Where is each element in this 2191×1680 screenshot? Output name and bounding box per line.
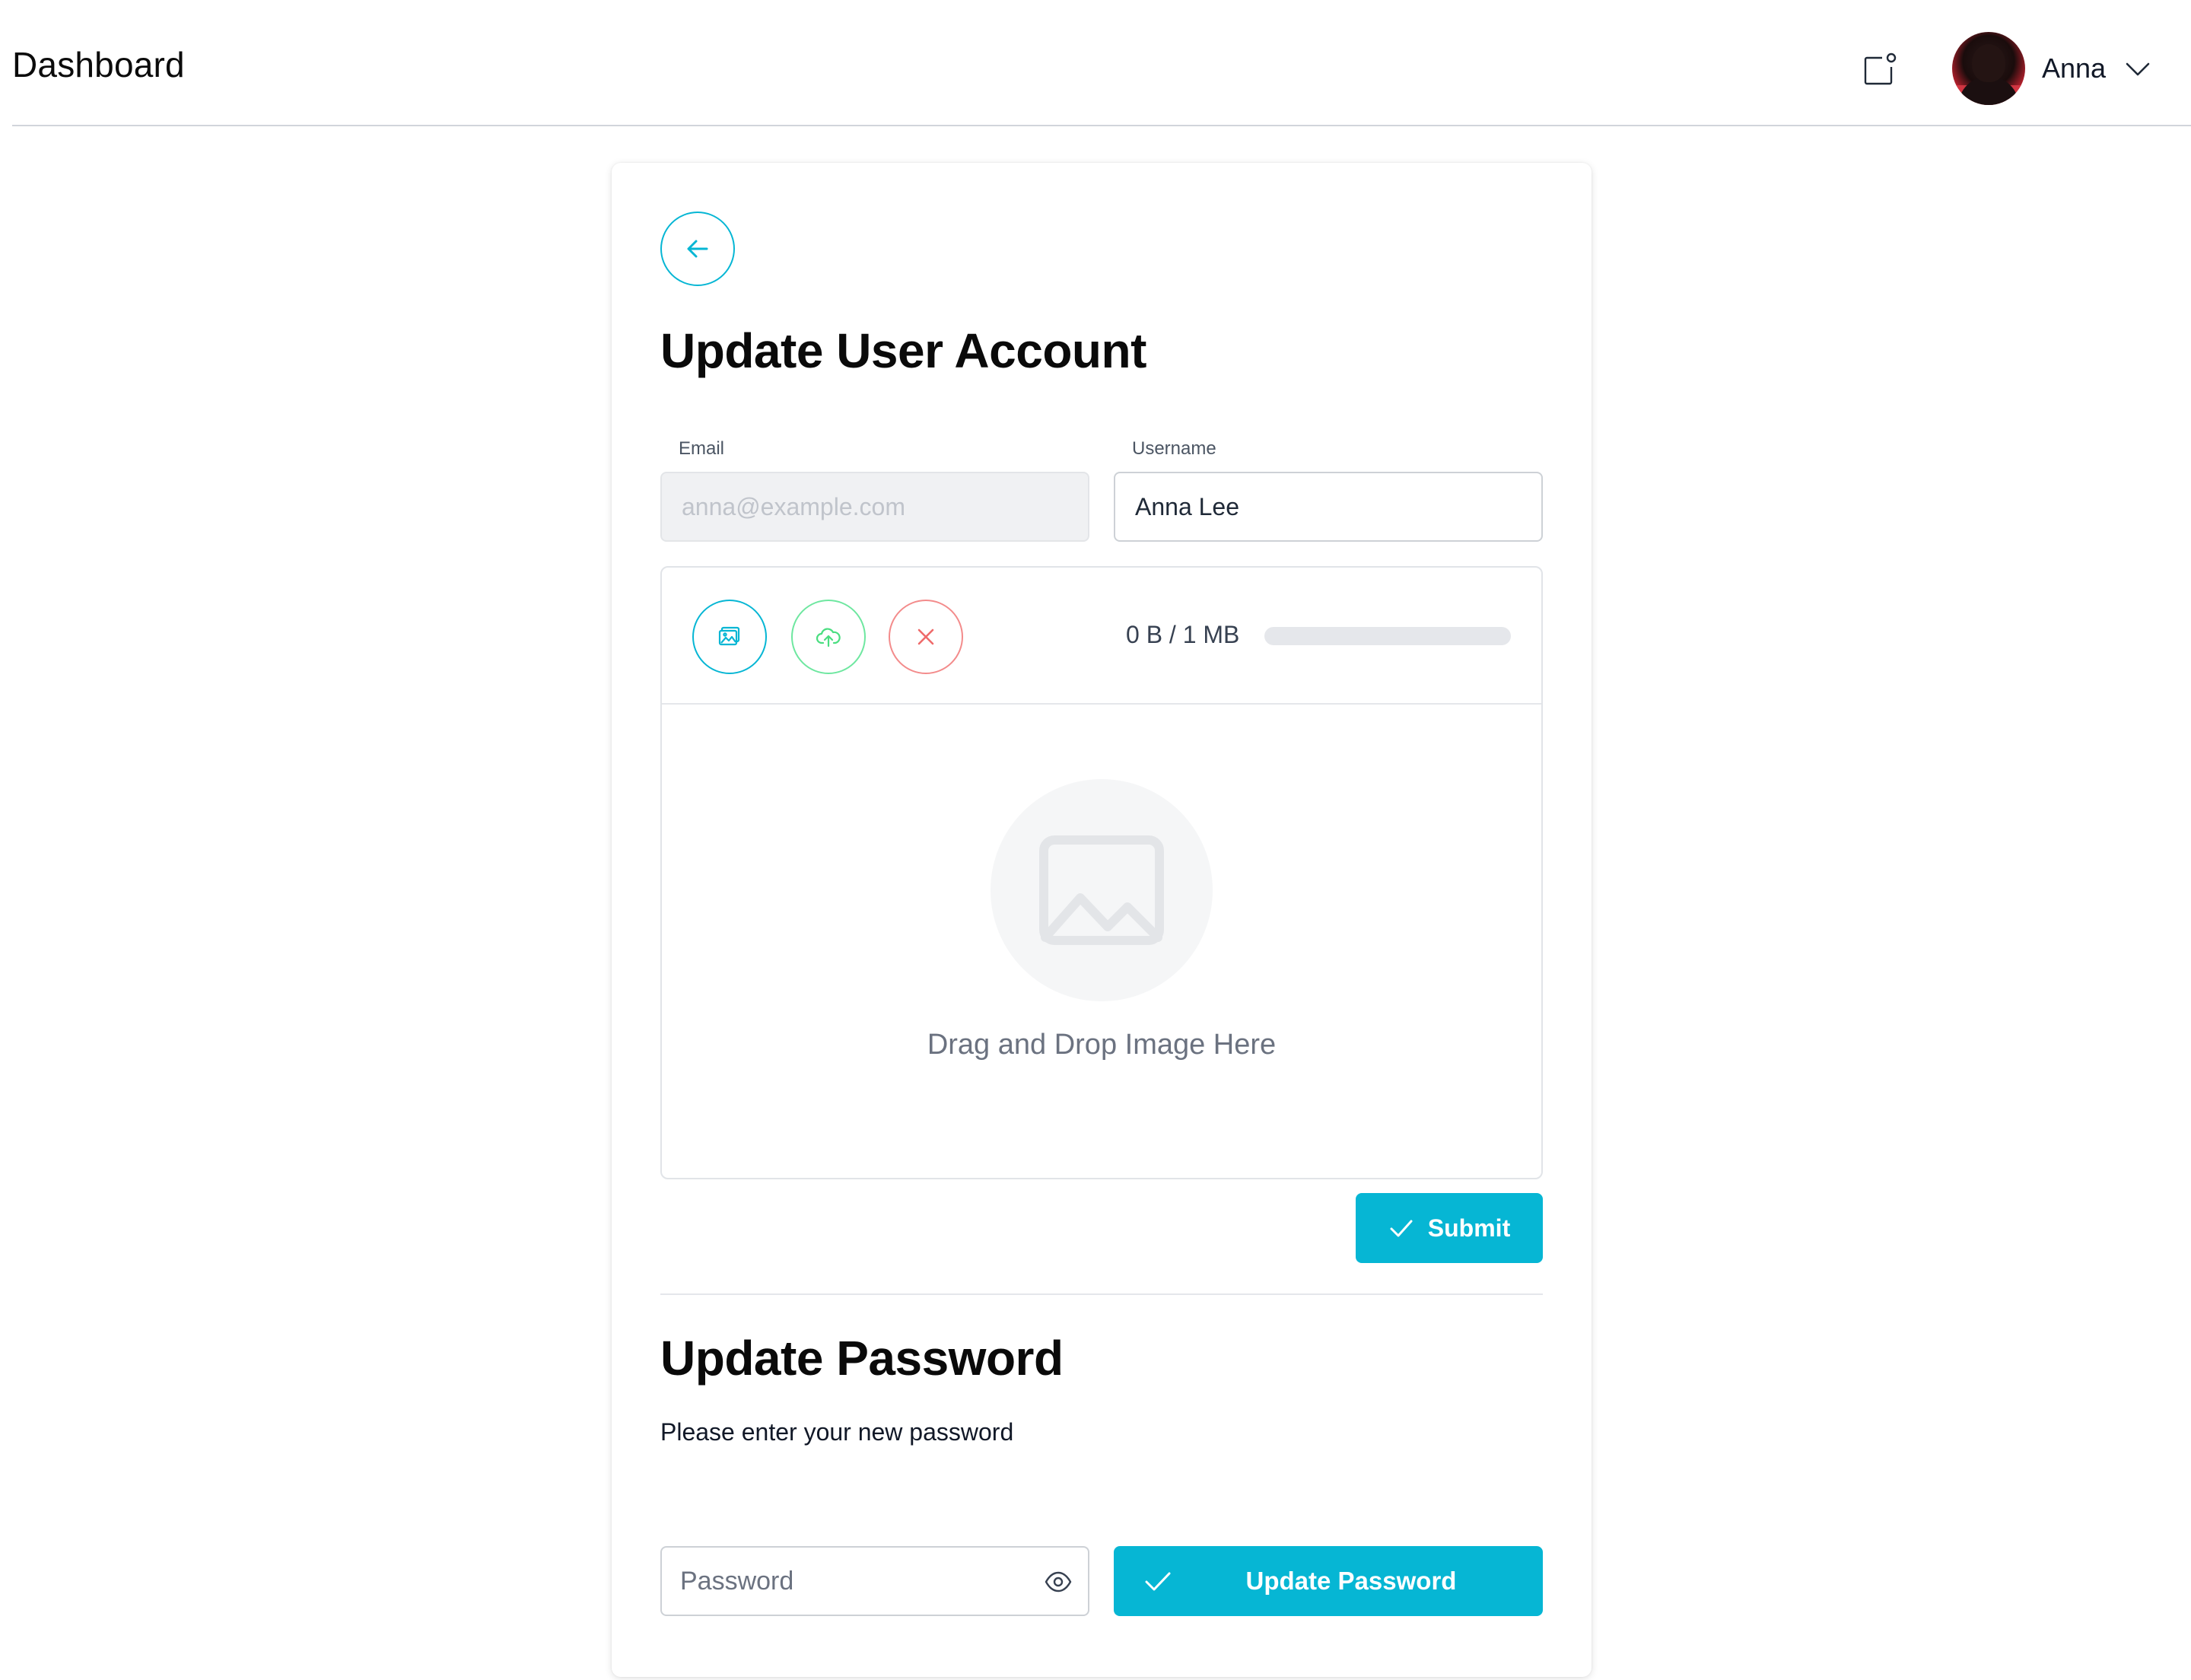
password-field-placeholder: Password (680, 1566, 794, 1596)
back-button[interactable] (660, 212, 735, 286)
update-password-button[interactable]: Update Password (1114, 1546, 1543, 1616)
username-label: Username (1132, 438, 1216, 459)
uploader-toolbar: 0 B / 1 MB (662, 568, 1541, 705)
select-image-button[interactable] (692, 600, 767, 674)
password-field[interactable]: Password (660, 1546, 1089, 1616)
notification-icon[interactable] (1861, 52, 1897, 88)
avatar (1952, 32, 2025, 105)
drop-zone[interactable]: Drag and Drop Image Here (662, 706, 1541, 1178)
close-icon (917, 628, 934, 645)
email-label: Email (679, 438, 725, 459)
top-bar: Dashboard Anna (0, 0, 2191, 126)
image-placeholder-icon (1039, 835, 1164, 945)
account-card: Update User Account Email anna@example.c… (612, 163, 1592, 1677)
app-title: Dashboard (12, 45, 185, 84)
upload-button[interactable] (791, 600, 866, 674)
submit-button[interactable]: Submit (1356, 1193, 1543, 1263)
arrow-left-icon (687, 240, 708, 258)
upload-progress-bar (1264, 627, 1511, 645)
username-field[interactable]: Anna Lee (1114, 472, 1543, 542)
header-divider (12, 125, 2191, 126)
cloud-upload-icon (816, 628, 841, 648)
password-section-title: Update Password (660, 1331, 1064, 1386)
image-uploader: 0 B / 1 MB Drag and Drop Image Here (660, 566, 1543, 1179)
email-field: anna@example.com (660, 472, 1089, 542)
chevron-down-icon (2126, 62, 2150, 76)
update-password-label: Update Password (1245, 1567, 1457, 1595)
user-menu[interactable]: Anna (1952, 30, 2151, 107)
remove-image-button[interactable] (889, 600, 963, 674)
username-field-value: Anna Lee (1135, 492, 1240, 520)
image-icon (718, 626, 740, 646)
check-icon (1390, 1220, 1413, 1237)
email-field-placeholder: anna@example.com (682, 492, 905, 520)
drop-zone-text: Drag and Drop Image Here (927, 1029, 1277, 1061)
upload-size-text: 0 B / 1 MB (1126, 621, 1240, 648)
submit-label: Submit (1427, 1214, 1511, 1242)
user-name: Anna (2042, 52, 2107, 84)
section-divider (660, 1293, 1543, 1295)
drop-zone-icon-circle (991, 779, 1213, 1001)
password-section-subtitle: Please enter your new password (660, 1418, 1014, 1446)
eye-icon[interactable] (1044, 1567, 1073, 1596)
page-title: Update User Account (660, 323, 1146, 378)
